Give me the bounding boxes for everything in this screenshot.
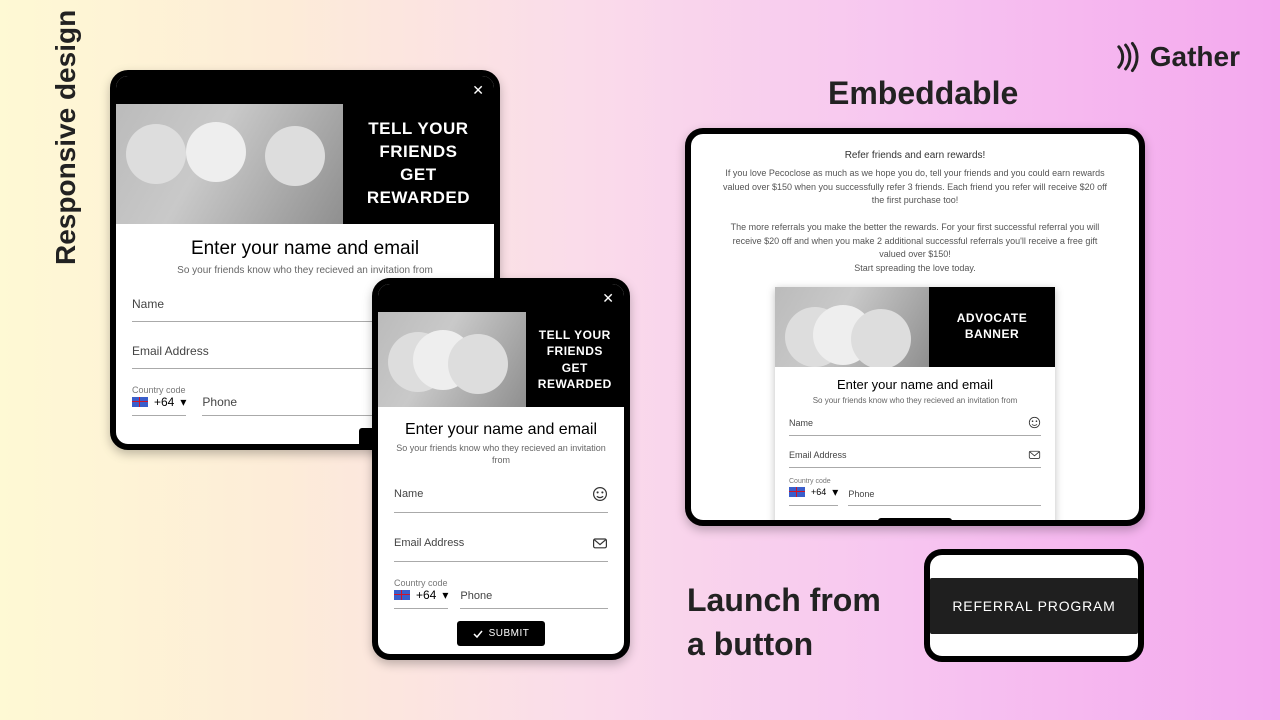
embed-intro-text: Refer friends and earn rewards! If you l… xyxy=(721,148,1109,275)
chevron-down-icon: ▾ xyxy=(442,588,448,602)
nz-flag-icon xyxy=(789,487,805,497)
chevron-down-icon: ▾ xyxy=(832,485,838,499)
country-code-select[interactable]: Country code +64 ▾ xyxy=(789,478,838,506)
form-title: Enter your name and email xyxy=(132,238,478,260)
form-subtitle: So your friends know who they recieved a… xyxy=(394,443,608,466)
mail-icon xyxy=(1028,448,1041,461)
form-subtitle: So your friends know who they recieved a… xyxy=(789,396,1041,406)
email-field[interactable]: Email Address xyxy=(789,446,1041,468)
email-field[interactable]: Email Address xyxy=(394,529,608,562)
launch-from-button-label: Launch from a button xyxy=(687,578,881,666)
nz-flag-icon xyxy=(394,590,410,600)
name-label: Name xyxy=(789,418,1028,428)
phone-field[interactable]: Phone xyxy=(460,590,608,609)
referral-modal-small: ✕ TELL YOUR FRIENDS GET REWARDED Enter y… xyxy=(372,278,630,660)
chevron-down-icon: ▾ xyxy=(180,395,186,409)
banner-headline: ADVOCATE BANNER xyxy=(929,287,1055,367)
modal-titlebar: ✕ xyxy=(116,76,494,104)
email-label: Email Address xyxy=(394,537,592,549)
close-icon[interactable]: ✕ xyxy=(602,290,614,307)
banner-headline: TELL YOUR FRIENDS GET REWARDED xyxy=(526,312,624,407)
country-code-select[interactable]: Country code +64 ▾ xyxy=(132,385,186,416)
embedded-widget: ADVOCATE BANNER Enter your name and emai… xyxy=(775,287,1055,526)
nz-flag-icon xyxy=(132,397,148,407)
modal-banner: TELL YOUR FRIENDS GET REWARDED xyxy=(378,312,624,407)
form-title: Enter your name and email xyxy=(394,421,608,439)
banner-image xyxy=(775,287,929,367)
banner-image xyxy=(378,312,526,407)
embeddable-page: Refer friends and earn rewards! If you l… xyxy=(685,128,1145,526)
email-label: Email Address xyxy=(789,450,1028,460)
face-icon xyxy=(1028,416,1041,429)
gather-logo-text: Gather xyxy=(1150,41,1240,73)
submit-button[interactable]: SUBMIT xyxy=(457,621,546,646)
name-label: Name xyxy=(394,488,592,500)
close-icon[interactable]: ✕ xyxy=(472,82,484,99)
modal-banner: ADVOCATE BANNER xyxy=(775,287,1055,367)
gather-logo: Gather xyxy=(1112,40,1240,74)
modal-banner: TELL YOUR FRIENDS GET REWARDED xyxy=(116,104,494,224)
embeddable-label: Embeddable xyxy=(828,75,1018,112)
country-code-select[interactable]: Country code +64 ▾ xyxy=(394,578,448,609)
banner-headline: TELL YOUR FRIENDS GET REWARDED xyxy=(343,104,494,224)
check-icon xyxy=(473,629,483,639)
gather-logo-icon xyxy=(1112,40,1146,74)
referral-program-button[interactable]: REFERRAL PROGRAM xyxy=(930,578,1137,634)
name-field[interactable]: Name xyxy=(789,414,1041,436)
mail-icon xyxy=(592,535,608,551)
check-icon xyxy=(890,523,900,526)
referral-launch-panel: REFERRAL PROGRAM xyxy=(924,549,1144,662)
name-field[interactable]: Name xyxy=(394,480,608,513)
form-subtitle: So your friends know who they recieved a… xyxy=(132,264,478,277)
banner-image xyxy=(116,104,343,224)
form-title: Enter your name and email xyxy=(789,377,1041,392)
submit-button[interactable]: SUBMIT xyxy=(878,518,951,526)
face-icon xyxy=(592,486,608,502)
phone-field[interactable]: Phone xyxy=(848,489,1041,506)
responsive-design-label: Responsive design xyxy=(50,10,82,265)
modal-titlebar: ✕ xyxy=(378,284,624,312)
